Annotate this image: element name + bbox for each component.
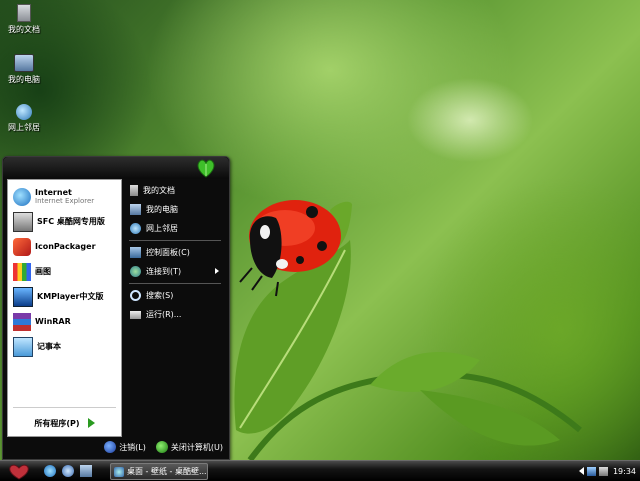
connect-to-icon (130, 266, 141, 277)
logoff-label: 注销(L) (119, 442, 146, 452)
network-tray-icon[interactable] (586, 466, 596, 476)
menu-item-label: 连接到(T) (146, 267, 182, 276)
menu-item-title: 记事本 (37, 342, 61, 351)
menu-item-label: 运行(R)... (146, 310, 182, 319)
leaf-logo-icon (197, 159, 215, 178)
sfc-icon (13, 211, 33, 232)
shutdown-button[interactable]: 关闭计算机(U) (155, 441, 223, 453)
control-panel-icon (130, 247, 141, 258)
taskbar-window-button[interactable]: 桌面 - 壁纸 - 桌酷壁... (110, 463, 208, 480)
menu-item-paint[interactable]: 画图 (8, 259, 121, 284)
start-menu-footer: 注销(L) 关闭计算机(U) (3, 435, 229, 459)
desktop-icon-my-documents[interactable]: 我的文档 (2, 4, 46, 35)
start-menu-places-pane: 我的文档 我的电脑 网上邻居 控制面板(C) 连接到(T) 搜索(S) 运行(R… (125, 181, 225, 435)
menu-item-label: 搜索(S) (146, 291, 174, 300)
menu-item-title: Internet (35, 187, 72, 197)
all-programs-button[interactable]: 所有程序(P) (8, 414, 121, 432)
menu-item-my-computer[interactable]: 我的电脑 (125, 200, 225, 219)
start-button[interactable] (0, 461, 36, 481)
search-icon (130, 290, 141, 301)
my-computer-icon (130, 204, 141, 215)
menu-item-title: IconPackager (35, 242, 96, 251)
tray-expand-icon[interactable] (578, 467, 584, 475)
menu-item-title: WinRAR (35, 317, 71, 326)
menu-item-control-panel[interactable]: 控制面板(C) (125, 243, 225, 262)
menu-item-label: 网上邻居 (146, 224, 178, 233)
desktop-icon-my-computer[interactable]: 我的电脑 (2, 54, 46, 85)
kmplayer-icon (13, 286, 33, 307)
taskbar-clock[interactable]: 19:34 (613, 467, 636, 476)
window-ie-icon (114, 466, 124, 477)
menu-item-kmplayer[interactable]: KMPlayer中文版 (8, 284, 121, 309)
start-menu-header (3, 157, 229, 179)
submenu-arrow-icon (215, 268, 219, 274)
run-icon (130, 310, 141, 319)
menu-item-subtitle: Internet Explorer (35, 196, 95, 205)
arrow-right-icon (87, 418, 95, 428)
all-programs-label: 所有程序(P) (34, 418, 80, 428)
menu-item-run[interactable]: 运行(R)... (125, 305, 225, 324)
menu-item-label: 我的电脑 (146, 205, 178, 214)
menu-separator (129, 240, 221, 241)
menu-item-label: 我的文档 (143, 186, 175, 195)
shutdown-label: 关闭计算机(U) (170, 442, 223, 452)
heart-leaf-icon (9, 464, 29, 480)
menu-item-iconpackager[interactable]: IconPackager (8, 234, 121, 259)
desktop-icon-label: 网上邻居 (8, 123, 40, 132)
volume-tray-icon[interactable] (598, 466, 608, 476)
system-tray: 19:34 (564, 461, 640, 481)
desktop-icon-network-places[interactable]: 网上邻居 (2, 104, 46, 133)
menu-item-my-documents[interactable]: 我的文档 (125, 181, 225, 200)
menu-item-title: KMPlayer中文版 (37, 292, 104, 301)
menu-item-internet[interactable]: Internet Internet Explorer (8, 184, 121, 209)
logoff-icon (104, 441, 117, 453)
menu-item-label: 控制面板(C) (146, 248, 190, 257)
my-documents-icon (130, 185, 138, 196)
quicklaunch-ie-icon[interactable] (44, 465, 56, 477)
small-leaf (370, 352, 480, 392)
menu-item-winrar[interactable]: WinRAR (8, 309, 121, 334)
internet-explorer-icon (13, 187, 31, 206)
menu-item-connect-to[interactable]: 连接到(T) (125, 262, 225, 281)
menu-item-notepad[interactable]: 记事本 (8, 334, 121, 359)
winrar-icon (13, 312, 31, 331)
iconpackager-icon (13, 237, 31, 256)
menu-item-search[interactable]: 搜索(S) (125, 286, 225, 305)
paint-icon (13, 262, 31, 281)
my-documents-icon (17, 4, 31, 22)
taskbar-window-title: 桌面 - 壁纸 - 桌酷壁... (127, 467, 207, 476)
quicklaunch-desktop-icon[interactable] (80, 465, 92, 477)
desktop-icon-label: 我的文档 (8, 25, 40, 34)
programs-separator (13, 407, 116, 408)
desktop-icon-label: 我的电脑 (8, 75, 40, 84)
shutdown-icon (155, 441, 168, 453)
menu-item-network-places[interactable]: 网上邻居 (125, 219, 225, 238)
start-menu: Internet Internet Explorer SFC 桌酷网专用版 Ico… (2, 156, 230, 460)
start-menu-programs-pane: Internet Internet Explorer SFC 桌酷网专用版 Ico… (7, 179, 122, 437)
logoff-button[interactable]: 注销(L) (104, 441, 146, 453)
my-computer-icon (14, 54, 34, 72)
quicklaunch-media-icon[interactable] (62, 465, 74, 477)
menu-item-title: SFC 桌酷网专用版 (37, 217, 105, 226)
taskbar: 桌面 - 壁纸 - 桌酷壁... 19:34 (0, 460, 640, 481)
menu-separator (129, 283, 221, 284)
network-places-icon (16, 104, 32, 120)
menu-item-sfc[interactable]: SFC 桌酷网专用版 (8, 209, 121, 234)
network-places-icon (130, 223, 141, 234)
menu-item-title: 画图 (35, 267, 51, 276)
notepad-icon (13, 336, 33, 357)
